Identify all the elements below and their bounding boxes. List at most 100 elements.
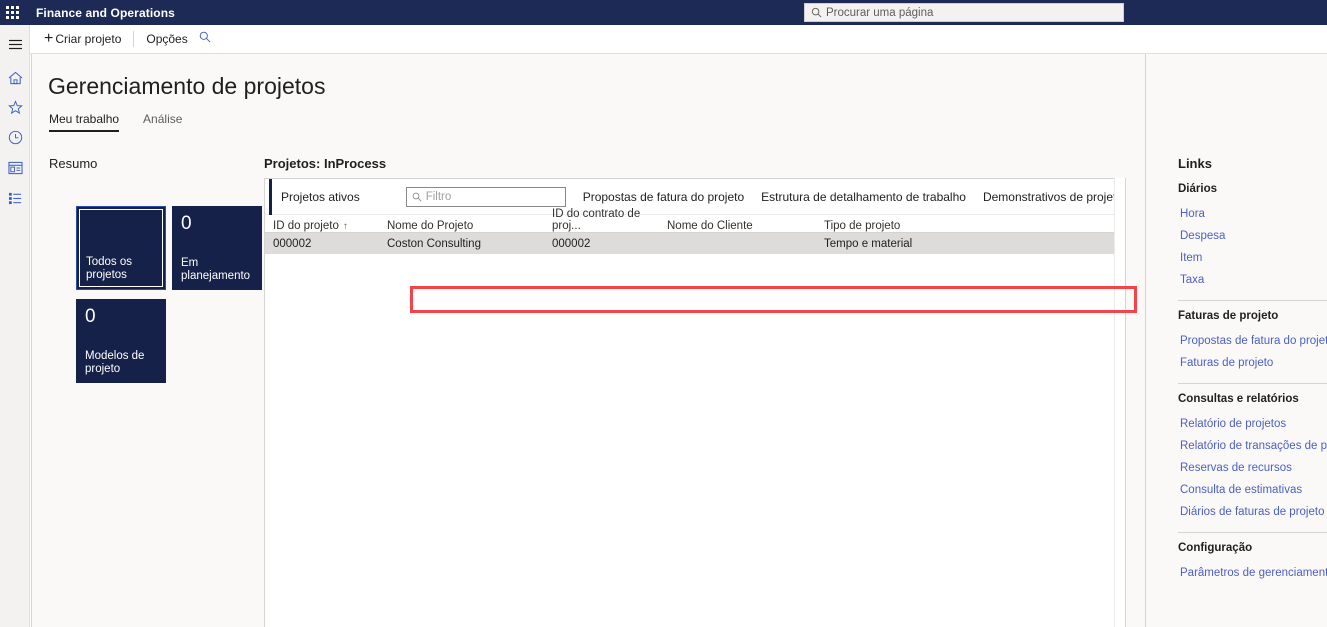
links-panel: Links Diários Hora Despesa Item Taxa Fat… xyxy=(1145,54,1327,627)
links-group-diarios: Diários Hora Despesa Item Taxa xyxy=(1178,178,1327,291)
link-relatorio-de-transacoes-de-projeto[interactable]: Relatório de transações de projeto xyxy=(1178,435,1327,457)
list-toolbar: Projetos ativos Filtro Propostas de fatu… xyxy=(265,178,1125,215)
app-brand-title: Finance and Operations xyxy=(36,5,175,20)
links-panel-title: Links xyxy=(1178,156,1212,171)
rail-item-workspaces[interactable] xyxy=(0,155,30,185)
column-header-nome-do-cliente[interactable]: Nome do Cliente xyxy=(667,220,824,232)
toolbar-link-demonstrativos[interactable]: Demonstrativos de projeto xyxy=(983,190,1123,204)
links-group-header-configuracao[interactable]: Configuração xyxy=(1178,537,1327,559)
list-icon xyxy=(8,191,23,210)
links-divider xyxy=(1178,532,1327,533)
links-group-consultas-e-relatorios: Consultas e relatórios Relatório de proj… xyxy=(1178,388,1327,523)
filter-input[interactable]: Filtro xyxy=(405,186,566,207)
tile-count: 0 xyxy=(181,213,192,234)
rail-item-favorites[interactable] xyxy=(0,95,30,125)
clock-icon xyxy=(8,130,23,150)
link-relatorio-de-projetos[interactable]: Relatório de projetos xyxy=(1178,413,1327,435)
links-group-items-configuracao: Parâmetros de gerenciamento e c... xyxy=(1178,559,1327,584)
command-bar: + Criar projeto Opções xyxy=(30,25,1327,54)
links-group-header-faturas[interactable]: Faturas de projeto xyxy=(1178,305,1327,327)
hamburger-menu-button[interactable] xyxy=(0,31,30,57)
waffle-icon xyxy=(6,6,19,19)
cell-project-name: Coston Consulting xyxy=(387,237,481,250)
links-group-configuracao: Configuração Parâmetros de gerenciamento… xyxy=(1178,537,1327,584)
link-item[interactable]: Item xyxy=(1178,247,1327,269)
hamburger-icon xyxy=(8,39,22,49)
search-icon xyxy=(811,7,822,18)
rail-item-home[interactable] xyxy=(0,65,30,95)
tile-label: Todos os projetos xyxy=(86,256,133,281)
filter-placeholder: Filtro xyxy=(425,190,452,203)
links-group-title: Diários xyxy=(1178,183,1217,195)
link-consulta-de-estimativas[interactable]: Consulta de estimativas xyxy=(1178,479,1327,501)
tile-todos-os-projetos[interactable]: Todos os projetos xyxy=(76,206,166,290)
link-hora[interactable]: Hora xyxy=(1178,203,1327,225)
column-label: ID do projeto xyxy=(273,220,339,232)
column-header-tipo-de-projeto[interactable]: Tipo de projeto xyxy=(824,220,1004,232)
cell-contract-id[interactable]: 000002 xyxy=(552,238,667,250)
options-button[interactable]: Opções xyxy=(141,29,192,49)
search-icon xyxy=(199,30,211,48)
list-tab-projetos-ativos[interactable]: Projetos ativos xyxy=(269,178,376,215)
column-header-id-do-projeto[interactable]: ID do projeto ↑ xyxy=(273,220,387,232)
link-despesa[interactable]: Despesa xyxy=(1178,225,1327,247)
links-group-header-consultas[interactable]: Consultas e relatórios xyxy=(1178,388,1327,410)
column-header-id-contrato[interactable]: ID do contrato de proj... xyxy=(552,208,667,232)
link-parametros-de-gerenciamento[interactable]: Parâmetros de gerenciamento e c... xyxy=(1178,562,1327,584)
link-reservas-de-recursos[interactable]: Reservas de recursos xyxy=(1178,457,1327,479)
link-diarios-de-faturas-de-projeto[interactable]: Diários de faturas de projeto xyxy=(1178,501,1327,523)
links-group-items-consultas: Relatório de projetos Relatório de trans… xyxy=(1178,410,1327,523)
tile-em-planejamento[interactable]: 0 Em planejamento xyxy=(172,206,262,290)
global-search-placeholder: Procurar uma página xyxy=(826,6,934,19)
tab-meu-trabalho[interactable]: Meu trabalho xyxy=(49,112,120,132)
link-taxa[interactable]: Taxa xyxy=(1178,269,1327,291)
command-bar-divider xyxy=(133,31,135,47)
page-tabs: Meu trabalho Análise xyxy=(49,112,182,132)
links-divider xyxy=(1178,383,1327,384)
sort-ascending-icon: ↑ xyxy=(342,220,348,232)
tile-label: Em planejamento xyxy=(181,257,251,282)
links-group-faturas-de-projeto: Faturas de projeto Propostas de fatura d… xyxy=(1178,305,1327,374)
table-row[interactable]: 000002 Coston Consulting 000002 Tempo e … xyxy=(265,233,1125,254)
projects-list-card: Projetos ativos Filtro Propostas de fatu… xyxy=(264,178,1126,627)
rail-item-modules[interactable] xyxy=(0,185,30,215)
app-launcher-button[interactable] xyxy=(0,0,25,25)
create-project-label: Criar projeto xyxy=(55,32,122,46)
command-search-button[interactable] xyxy=(193,27,217,51)
list-vertical-scrollbar[interactable] xyxy=(1114,178,1125,627)
home-icon xyxy=(8,71,23,90)
tab-analise[interactable]: Análise xyxy=(143,112,182,132)
link-propostas-de-fatura-do-projeto[interactable]: Propostas de fatura do projeto xyxy=(1178,330,1327,352)
links-group-items-faturas: Propostas de fatura do projeto Faturas d… xyxy=(1178,327,1327,374)
cell-project-id[interactable]: 000002 xyxy=(273,238,387,250)
column-header-nome-do-projeto[interactable]: Nome do Projeto xyxy=(387,220,552,232)
link-faturas-de-projeto[interactable]: Faturas de projeto xyxy=(1178,352,1327,374)
global-search-input[interactable]: Procurar uma página xyxy=(804,3,1124,22)
links-group-items-diarios: Hora Despesa Item Taxa xyxy=(1178,200,1327,291)
left-navigation-rail xyxy=(0,25,30,627)
search-icon xyxy=(412,192,422,202)
page-title: Gerenciamento de projetos xyxy=(48,73,326,99)
tile-count: 0 xyxy=(85,306,96,327)
rail-item-recent[interactable] xyxy=(0,125,30,155)
create-project-button[interactable]: + Criar projeto xyxy=(39,29,126,49)
star-icon xyxy=(7,100,23,120)
summary-heading: Resumo xyxy=(49,156,98,171)
tile-modelos-de-projeto[interactable]: 0 Modelos de projeto xyxy=(76,299,166,383)
projects-grid: ID do projeto ↑ Nome do Projeto ID do co… xyxy=(265,208,1125,254)
links-group-title: Configuração xyxy=(1178,542,1253,554)
top-brand-bar: Finance and Operations Procurar uma pági… xyxy=(0,0,1327,25)
workspace-icon xyxy=(7,161,23,180)
page-canvas: Gerenciamento de projetos Meu trabalho A… xyxy=(31,54,1327,627)
links-group-header-diarios[interactable]: Diários xyxy=(1178,178,1327,200)
cell-project-type: Tempo e material xyxy=(824,237,913,250)
options-label: Opções xyxy=(146,32,188,46)
toolbar-link-estrutura-detalhamento[interactable]: Estrutura de detalhamento de trabalho xyxy=(761,190,966,204)
grid-header-row: ID do projeto ↑ Nome do Projeto ID do co… xyxy=(265,208,1125,233)
scrollbar-thumb[interactable] xyxy=(1116,178,1125,428)
list-heading: Projetos: InProcess xyxy=(264,156,387,171)
links-groups: Diários Hora Despesa Item Taxa Faturas d… xyxy=(1178,178,1327,584)
tile-label: Modelos de projeto xyxy=(85,350,145,375)
toolbar-link-propostas-de-fatura[interactable]: Propostas de fatura do projeto xyxy=(583,190,744,204)
links-group-title: Faturas de projeto xyxy=(1178,310,1279,322)
